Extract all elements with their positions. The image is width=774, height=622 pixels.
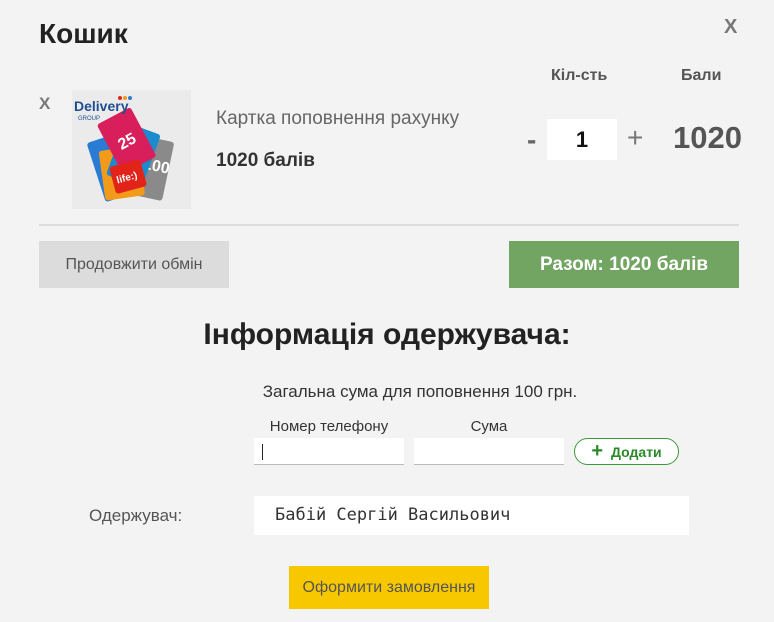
- recipient-field[interactable]: Бабій Сергій Васильович: [254, 496, 689, 535]
- delivery-logo-sub: GROUP: [78, 116, 100, 122]
- phone-label: Номер телефону: [269, 418, 389, 435]
- points-column-header: Бали: [681, 67, 722, 84]
- qty-column-header: Кіл-сть: [551, 67, 608, 84]
- product-name: Картка поповнення рахунку: [216, 108, 460, 129]
- recipient-label: Одержувач:: [89, 506, 183, 525]
- sum-label: Сума: [470, 418, 508, 435]
- product-price: 1020 балів: [216, 150, 315, 171]
- add-button-label: Додати: [611, 443, 662, 460]
- continue-exchange-button[interactable]: Продовжити обмін: [39, 241, 229, 288]
- qty-increase-button[interactable]: +: [627, 122, 643, 154]
- text-caret: [262, 444, 263, 460]
- total-topup-sum: Загальна сума для поповнення 100 грн.: [262, 382, 578, 401]
- divider: [39, 224, 739, 226]
- phone-input[interactable]: [254, 438, 404, 465]
- remove-item-button[interactable]: X: [39, 94, 50, 114]
- place-order-button[interactable]: Оформити замовлення: [289, 566, 489, 609]
- plus-icon: +: [591, 439, 604, 462]
- qty-input[interactable]: 1: [547, 119, 617, 160]
- delivery-logo: Delivery: [74, 98, 129, 114]
- qty-decrease-button[interactable]: -: [527, 124, 536, 156]
- cart-title: Кошик: [39, 18, 128, 49]
- total-button: Разом: 1020 балів: [509, 241, 739, 288]
- add-button[interactable]: + Додати: [574, 438, 679, 465]
- close-cart-button[interactable]: X: [724, 16, 737, 39]
- sum-input[interactable]: [414, 438, 564, 465]
- item-points: 1020: [673, 120, 742, 155]
- product-image: 100 25 life:) Delivery GROUP: [72, 90, 191, 209]
- recipient-info-title: Інформація одержувача:: [203, 318, 571, 351]
